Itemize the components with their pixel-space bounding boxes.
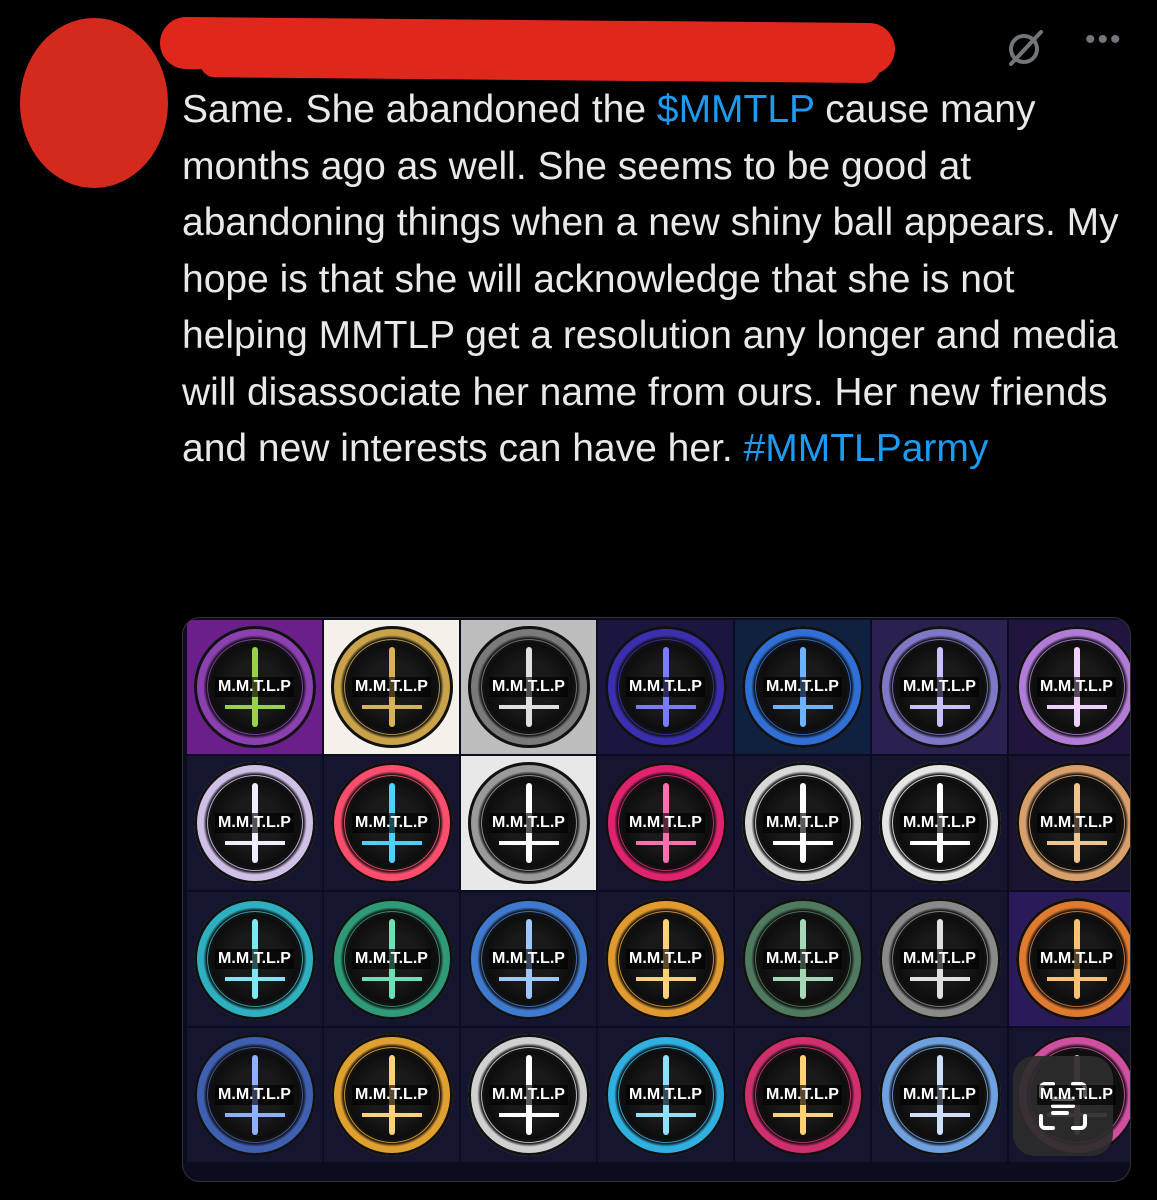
logo-label: M.M.T.L.P [352, 1085, 431, 1105]
mmtlp-logo-coin: M.M.T.L.P [878, 1034, 1001, 1156]
logo-tile: M.M.T.L.P [324, 620, 459, 754]
mmtlp-logo-coin: M.M.T.L.P [1015, 898, 1130, 1020]
mmtlp-logo-coin: M.M.T.L.P [193, 898, 316, 1020]
logo-tile: M.M.T.L.P [872, 892, 1007, 1026]
logo-label: M.M.T.L.P [1037, 677, 1116, 697]
cashtag-link[interactable]: $MMTLP [657, 88, 815, 131]
logo-tile: M.M.T.L.P [598, 620, 733, 754]
logo-tile: M.M.T.L.P [187, 756, 322, 890]
logo-tile: M.M.T.L.P [735, 892, 870, 1026]
logo-label: M.M.T.L.P [763, 677, 842, 697]
logo-tile: M.M.T.L.P [187, 892, 322, 1026]
tweet-text: Same. She abandoned the $MMTLP cause man… [182, 82, 1142, 478]
username-redaction [159, 16, 896, 76]
logo-label: M.M.T.L.P [900, 1085, 979, 1105]
mmtlp-logo-coin: M.M.T.L.P [467, 1034, 590, 1156]
logo-label: M.M.T.L.P [489, 1085, 568, 1105]
logo-tile: M.M.T.L.P [1009, 892, 1130, 1026]
logo-label: M.M.T.L.P [763, 949, 842, 969]
logo-tile: M.M.T.L.P [324, 892, 459, 1026]
logo-tile: M.M.T.L.P [187, 1028, 322, 1162]
logo-label: M.M.T.L.P [900, 813, 979, 833]
tweet-media-image[interactable]: M.M.T.L.P M.M.T.L.P M.M.T.L.P M.M.T.L.P M.M.… [182, 617, 1131, 1182]
logo-label: M.M.T.L.P [900, 949, 979, 969]
logo-label: M.M.T.L.P [489, 949, 568, 969]
logo-tile: M.M.T.L.P [461, 892, 596, 1026]
logo-label: M.M.T.L.P [352, 813, 431, 833]
logo-tile: M.M.T.L.P [1009, 620, 1130, 754]
logo-label: M.M.T.L.P [1037, 813, 1116, 833]
logo-tile: M.M.T.L.P [324, 1028, 459, 1162]
mmtlp-logo-coin: M.M.T.L.P [467, 762, 590, 884]
logo-tile: M.M.T.L.P [872, 756, 1007, 890]
logo-label: M.M.T.L.P [215, 813, 294, 833]
mmtlp-logo-coin: M.M.T.L.P [1015, 762, 1130, 884]
logo-label: M.M.T.L.P [626, 677, 705, 697]
logo-tile: M.M.T.L.P [598, 1028, 733, 1162]
grok-icon[interactable] [1005, 28, 1045, 68]
logo-label: M.M.T.L.P [215, 949, 294, 969]
hashtag-link[interactable]: #MMTLParmy [744, 427, 989, 470]
logo-tile: M.M.T.L.P [872, 620, 1007, 754]
mmtlp-logo-coin: M.M.T.L.P [878, 898, 1001, 1020]
logo-tile: M.M.T.L.P [598, 756, 733, 890]
logo-collage-grid: M.M.T.L.P M.M.T.L.P M.M.T.L.P M.M.T.L.P M.M.… [187, 620, 1130, 1162]
mmtlp-logo-coin: M.M.T.L.P [604, 762, 727, 884]
mmtlp-logo-coin: M.M.T.L.P [741, 898, 864, 1020]
mmtlp-logo-coin: M.M.T.L.P [741, 626, 864, 748]
mmtlp-logo-coin: M.M.T.L.P [330, 898, 453, 1020]
logo-label: M.M.T.L.P [489, 813, 568, 833]
mmtlp-logo-coin: M.M.T.L.P [604, 1034, 727, 1156]
mmtlp-logo-coin: M.M.T.L.P [1015, 626, 1130, 748]
logo-tile: M.M.T.L.P [735, 1028, 870, 1162]
logo-tile: M.M.T.L.P [324, 756, 459, 890]
logo-tile: M.M.T.L.P [735, 756, 870, 890]
logo-tile: M.M.T.L.P [461, 1028, 596, 1162]
logo-tile: M.M.T.L.P [598, 892, 733, 1026]
logo-label: M.M.T.L.P [1037, 949, 1116, 969]
logo-label: M.M.T.L.P [215, 677, 294, 697]
logo-label: M.M.T.L.P [489, 677, 568, 697]
mmtlp-logo-coin: M.M.T.L.P [604, 898, 727, 1020]
logo-label: M.M.T.L.P [626, 949, 705, 969]
mmtlp-logo-coin: M.M.T.L.P [741, 1034, 864, 1156]
mmtlp-logo-coin: M.M.T.L.P [878, 762, 1001, 884]
visual-search-button[interactable] [1013, 1056, 1113, 1156]
avatar-redacted[interactable] [20, 18, 168, 188]
logo-label: M.M.T.L.P [900, 677, 979, 697]
logo-label: M.M.T.L.P [352, 677, 431, 697]
mmtlp-logo-coin: M.M.T.L.P [330, 626, 453, 748]
logo-label: M.M.T.L.P [352, 949, 431, 969]
logo-tile: M.M.T.L.P [872, 1028, 1007, 1162]
logo-label: M.M.T.L.P [763, 813, 842, 833]
logo-label: M.M.T.L.P [626, 813, 705, 833]
mmtlp-logo-coin: M.M.T.L.P [193, 626, 316, 748]
logo-tile: M.M.T.L.P [1009, 756, 1130, 890]
mmtlp-logo-coin: M.M.T.L.P [604, 626, 727, 748]
logo-tile: M.M.T.L.P [735, 620, 870, 754]
logo-tile: M.M.T.L.P [187, 620, 322, 754]
logo-label: M.M.T.L.P [215, 1085, 294, 1105]
mmtlp-logo-coin: M.M.T.L.P [878, 626, 1001, 748]
more-icon[interactable]: ••• [1085, 25, 1123, 55]
mmtlp-logo-coin: M.M.T.L.P [193, 762, 316, 884]
mmtlp-logo-coin: M.M.T.L.P [330, 762, 453, 884]
mmtlp-logo-coin: M.M.T.L.P [193, 1034, 316, 1156]
logo-label: M.M.T.L.P [763, 1085, 842, 1105]
mmtlp-logo-coin: M.M.T.L.P [467, 898, 590, 1020]
mmtlp-logo-coin: M.M.T.L.P [330, 1034, 453, 1156]
logo-tile: M.M.T.L.P [461, 620, 596, 754]
tweet-text-part: cause many months ago as well. She seems… [182, 88, 1119, 470]
tweet-text-part: Same. She abandoned the [182, 88, 657, 131]
logo-label: M.M.T.L.P [1037, 1085, 1116, 1105]
mmtlp-logo-coin: M.M.T.L.P [467, 626, 590, 748]
mmtlp-logo-coin: M.M.T.L.P [741, 762, 864, 884]
logo-label: M.M.T.L.P [626, 1085, 705, 1105]
logo-tile: M.M.T.L.P [461, 756, 596, 890]
